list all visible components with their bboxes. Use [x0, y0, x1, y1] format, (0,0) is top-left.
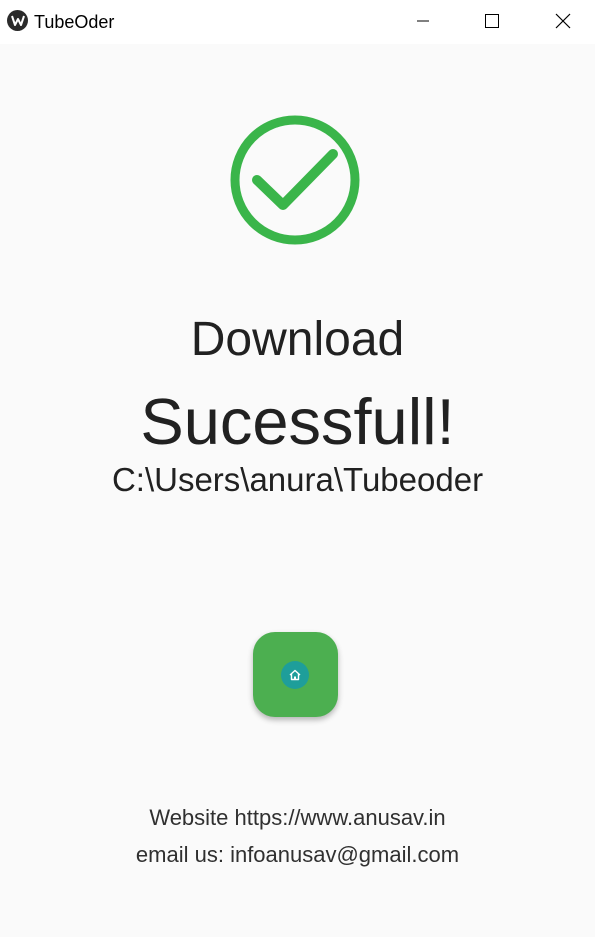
maximize-button[interactable] — [469, 0, 515, 42]
close-icon — [555, 13, 571, 29]
download-path: C:\Users\anura\Tubeoder — [111, 461, 484, 498]
check-circle-icon — [230, 115, 360, 245]
minimize-icon — [417, 20, 429, 22]
minimize-button[interactable] — [400, 0, 446, 42]
email-link[interactable]: email us: infoanusav@gmail.com — [0, 841, 595, 869]
download-heading: Download — [190, 313, 405, 366]
app-logo-icon — [7, 10, 28, 31]
app-window: TubeOder Download Sucessfull! C:\Users\a… — [0, 0, 595, 937]
close-button[interactable] — [540, 0, 586, 42]
window-title: TubeOder — [34, 12, 115, 32]
home-button[interactable] — [253, 632, 338, 717]
home-badge — [281, 661, 309, 689]
success-heading: Sucessfull! — [140, 385, 455, 458]
home-icon — [289, 669, 301, 681]
website-link[interactable]: Website https://www.anusav.in — [0, 804, 595, 832]
maximize-icon — [485, 14, 499, 28]
title-bar[interactable]: TubeOder — [0, 0, 595, 44]
